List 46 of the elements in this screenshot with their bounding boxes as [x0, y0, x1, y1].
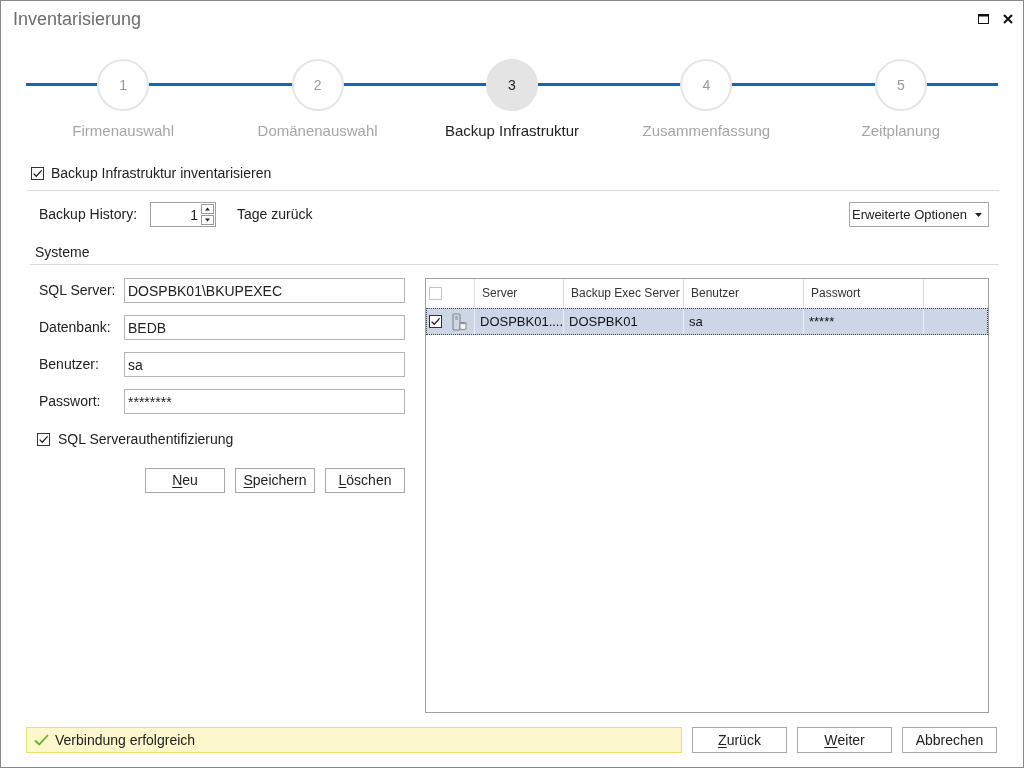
table-cell: sa: [684, 309, 804, 334]
step-label: Domänenauswahl: [257, 121, 378, 141]
check-icon: [34, 734, 49, 746]
field-label: Passwort:: [39, 392, 102, 411]
options-dropdown-button[interactable]: Erweiterte Optionen: [849, 202, 989, 227]
checkbox-label: Backup Infrastruktur inventarisieren: [51, 163, 272, 183]
dialog-button[interactable]: Abbrechen: [902, 727, 997, 753]
close-icon[interactable]: [1003, 14, 1013, 24]
dialog-button[interactable]: Zurück: [692, 727, 787, 753]
step-label: Zusammenfassung: [642, 121, 771, 141]
column-header[interactable]: Benutzer: [684, 279, 804, 307]
text-field[interactable]: BEDB: [124, 315, 405, 340]
checkbox[interactable]: [429, 315, 442, 328]
checkbox[interactable]: [31, 166, 44, 180]
table-cell: *****: [804, 309, 924, 334]
form-button[interactable]: Neu: [145, 468, 225, 493]
caret-icon: [975, 212, 982, 217]
form-button[interactable]: Speichern: [235, 468, 315, 493]
spin-down-icon[interactable]: [201, 215, 214, 225]
table-row[interactable]: DOSPBK01.... DOSPBK01 sa *****: [426, 308, 988, 335]
column-header[interactable]: Backup Exec Server: [564, 279, 684, 307]
text-field[interactable]: ********: [124, 389, 405, 414]
field-label: SQL Server:: [39, 281, 117, 300]
checkbox-label: SQL Serverauthentifizierung: [58, 429, 234, 449]
field-label: Datenbank:: [39, 318, 112, 337]
unit-label: Tage zurück: [237, 205, 313, 224]
field-label: Benutzer:: [39, 355, 100, 374]
step-label: Zeitplanung: [861, 121, 940, 141]
table-cell: DOSPBK01....: [475, 309, 564, 334]
table-cell: DOSPBK01: [564, 309, 684, 334]
column-header[interactable]: Passwort: [804, 279, 924, 307]
text-field[interactable]: DOSPBK01\BKUPEXEC: [124, 278, 405, 303]
form-button[interactable]: Löschen: [325, 468, 405, 493]
field-label: Backup History:: [39, 205, 139, 224]
maximize-icon[interactable]: [978, 14, 989, 24]
column-header[interactable]: Server: [475, 279, 564, 307]
status-text: Verbindung erfolgreich: [55, 730, 196, 750]
dialog-button[interactable]: Weiter: [797, 727, 892, 753]
text-field[interactable]: sa: [124, 352, 405, 377]
step-label: Firmenauswahl: [72, 121, 175, 141]
section-title: Systeme: [35, 243, 90, 261]
spin-up-icon[interactable]: [201, 204, 214, 214]
checkbox[interactable]: [37, 432, 50, 446]
window-title: Inventarisierung: [13, 7, 142, 31]
step-label: Backup Infrastruktur: [444, 121, 580, 141]
server-database-icon: [452, 312, 467, 331]
